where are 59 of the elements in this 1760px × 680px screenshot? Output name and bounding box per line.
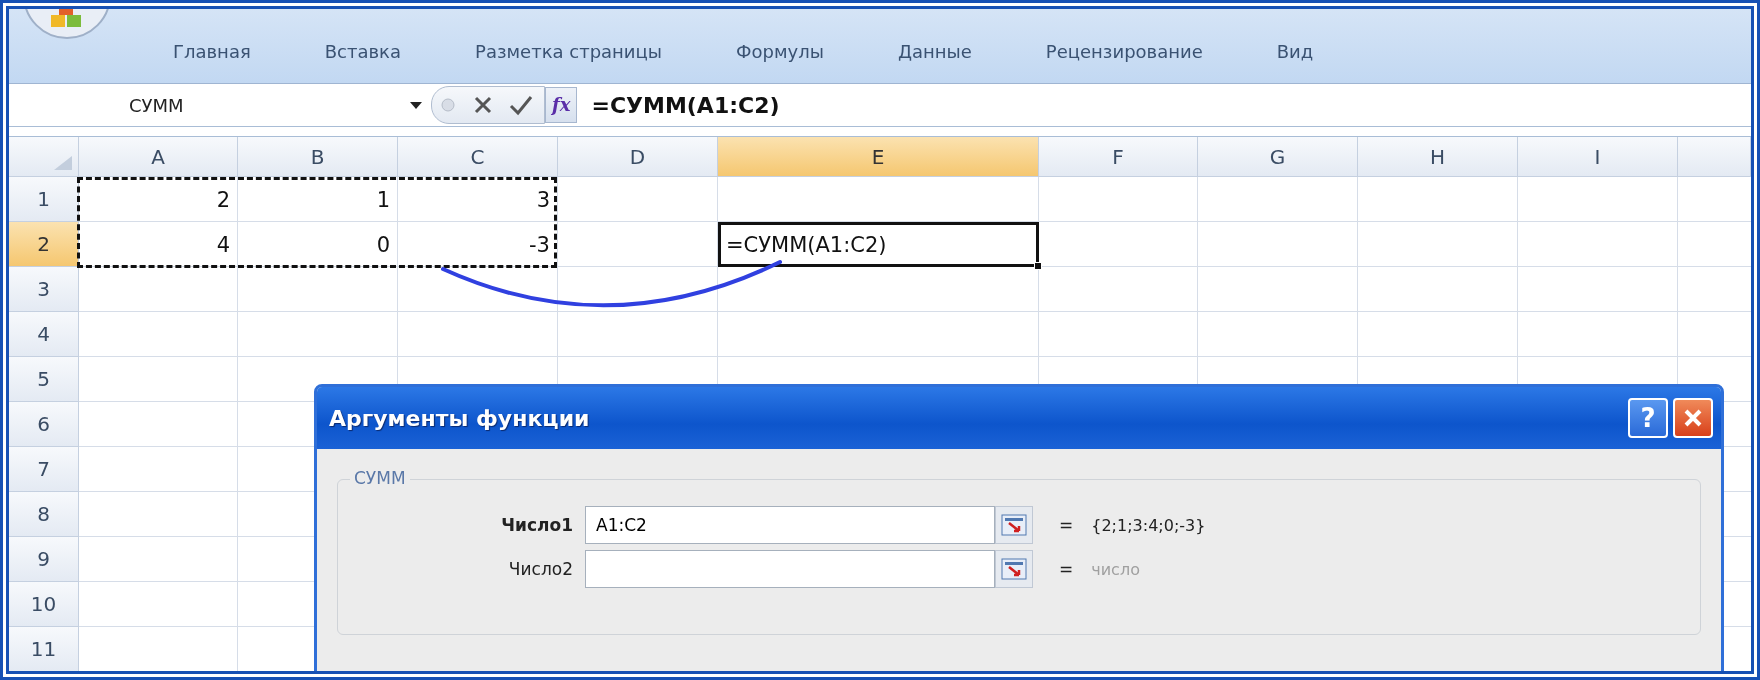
row-header[interactable]: 2: [9, 222, 79, 267]
equals-sign: =: [1059, 559, 1074, 579]
name-box[interactable]: СУММ: [9, 94, 409, 116]
column-header[interactable]: I: [1518, 137, 1678, 177]
insert-function-button[interactable]: fx: [545, 87, 578, 123]
fill-handle[interactable]: [1034, 262, 1042, 270]
argument-result: число: [1091, 559, 1140, 579]
spreadsheet-cell[interactable]: 4: [79, 222, 238, 267]
cancel-icon[interactable]: [472, 94, 494, 116]
argument-label: Число2: [507, 559, 574, 579]
ribbon-tab[interactable]: Вид: [1274, 41, 1316, 62]
column-header[interactable]: C: [398, 137, 558, 177]
range-picker-icon[interactable]: [1001, 558, 1027, 580]
spreadsheet-cell[interactable]: 2: [79, 177, 238, 222]
ribbon-tab[interactable]: Формулы: [734, 41, 826, 62]
column-header[interactable]: D: [558, 137, 718, 177]
formula-text[interactable]: =СУММ(A1:C2): [577, 92, 780, 118]
close-button[interactable]: [1673, 398, 1713, 438]
spreadsheet-cell[interactable]: 1: [238, 177, 398, 222]
input-field[interactable]: [585, 550, 995, 588]
argument-label: Число1: [500, 515, 574, 535]
ribbon-tab[interactable]: Главная: [171, 41, 253, 62]
row-header[interactable]: 7: [9, 447, 79, 492]
column-header[interactable]: F: [1039, 137, 1198, 177]
spreadsheet-cell[interactable]: 0: [238, 222, 398, 267]
column-header[interactable]: E: [718, 137, 1039, 177]
row-header[interactable]: 10: [9, 582, 79, 627]
help-button[interactable]: ?: [1628, 398, 1668, 438]
range-select-button[interactable]: [995, 550, 1033, 588]
equals-sign: =: [1059, 515, 1074, 535]
dialog-title: Аргументы функции: [329, 405, 590, 431]
triangle-icon: [52, 154, 74, 172]
row-header[interactable]: 11: [9, 627, 79, 671]
range-picker-icon[interactable]: [1001, 514, 1027, 536]
row-header[interactable]: 3: [9, 267, 79, 312]
column-header[interactable]: H: [1358, 137, 1518, 177]
ribbon-tab[interactable]: Данные: [895, 41, 974, 62]
row-header[interactable]: 6: [9, 402, 79, 447]
row-header[interactable]: 1: [9, 177, 79, 222]
active-cell[interactable]: =СУММ(A1:C2): [718, 222, 1039, 267]
column-header[interactable]: A: [79, 137, 238, 177]
spreadsheet-cell[interactable]: -3: [398, 222, 558, 267]
spreadsheet-cell[interactable]: 3: [398, 177, 558, 222]
column-header[interactable]: G: [1198, 137, 1358, 177]
range-select-button[interactable]: [995, 506, 1033, 544]
ribbon-tab[interactable]: Вставка: [322, 41, 404, 62]
row-header[interactable]: 5: [9, 357, 79, 402]
check-icon[interactable]: [508, 94, 534, 116]
row-header[interactable]: 8: [9, 492, 79, 537]
ribbon-tab[interactable]: Рецензирование: [1043, 41, 1205, 62]
argument-result: {2;1;3:4;0;-3}: [1091, 515, 1206, 535]
dropdown-caret-icon[interactable]: [409, 100, 423, 110]
column-header[interactable]: B: [238, 137, 398, 177]
close-icon[interactable]: [1682, 407, 1704, 429]
ribbon-tab[interactable]: Разметка страницы: [473, 41, 665, 62]
row-header[interactable]: 4: [9, 312, 79, 357]
circle-icon: [438, 95, 458, 115]
input-field[interactable]: A1:C2: [585, 506, 995, 544]
row-header[interactable]: 9: [9, 537, 79, 582]
